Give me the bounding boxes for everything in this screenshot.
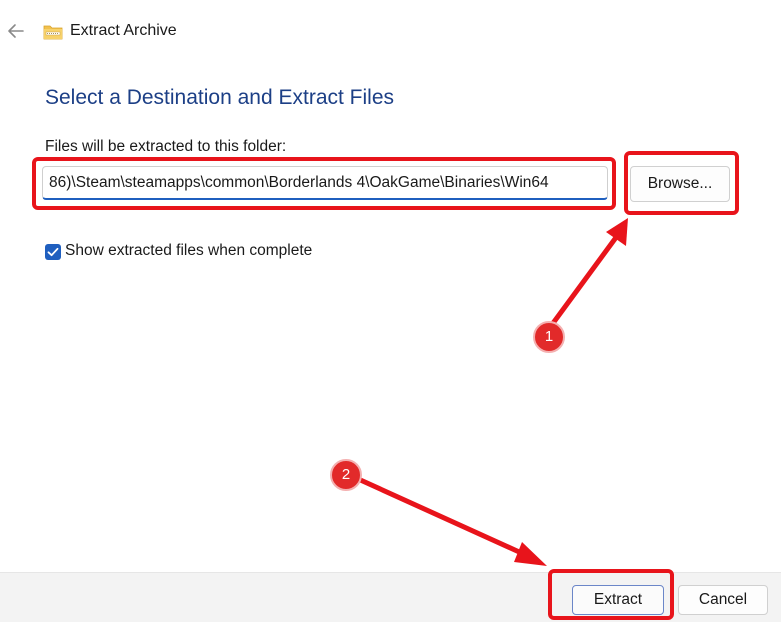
show-files-label[interactable]: Show extracted files when complete: [65, 242, 312, 260]
step-1-badge: 1: [533, 321, 565, 353]
page-heading: Select a Destination and Extract Files: [45, 86, 395, 109]
checkmark-icon: [47, 247, 59, 257]
folder-zip-icon: [43, 24, 63, 40]
cancel-button[interactable]: Cancel: [678, 585, 768, 615]
arrow-to-extract: [353, 475, 547, 566]
show-files-checkbox[interactable]: [45, 244, 61, 260]
extract-button[interactable]: Extract: [572, 585, 664, 615]
browse-button[interactable]: Browse...: [630, 166, 730, 202]
step-2-badge: 2: [330, 459, 362, 491]
back-arrow-icon[interactable]: [6, 20, 26, 42]
extract-archive-dialog: Extract Archive Select a Destination and…: [0, 0, 781, 622]
window-title: Extract Archive: [70, 22, 177, 39]
arrow-to-browse: [545, 218, 628, 333]
destination-path-input[interactable]: [42, 166, 608, 200]
destination-folder-label: Files will be extracted to this folder:: [45, 138, 287, 155]
